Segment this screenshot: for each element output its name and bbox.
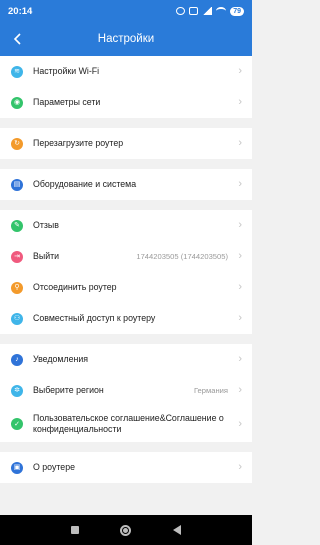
settings-group-general: ♪ Уведомления › ✲ Выберите регион Герман…: [0, 344, 252, 442]
chevron-right-icon: ›: [238, 312, 242, 324]
settings-group-device: ▤ Оборудование и система ›: [0, 169, 252, 200]
settings-list: ≋ Настройки Wi-Fi › ◉ Параметры сети › ↻…: [0, 56, 252, 493]
chevron-right-icon: ›: [238, 178, 242, 190]
system-nav-bar: [0, 515, 252, 545]
status-icons: 79: [176, 6, 244, 16]
chevron-right-icon: ›: [238, 219, 242, 231]
settings-item-label: Выберите регион: [33, 385, 104, 395]
chevron-right-icon: ›: [238, 250, 242, 262]
settings-item-wifi[interactable]: ≋ Настройки Wi-Fi ›: [0, 56, 252, 87]
chevron-right-icon: ›: [238, 96, 242, 108]
settings-item-unlink[interactable]: ⚲ Отсоединить роутер ›: [0, 272, 252, 303]
top-bar: Настройки: [0, 22, 252, 56]
alarm-icon: [176, 7, 186, 15]
region-value: Германия: [193, 386, 228, 395]
settings-item-logout[interactable]: ⇥ Выйти 1744203505 (1744203505) ›: [0, 241, 252, 272]
agreement-icon: ✓: [11, 418, 23, 430]
battery-icon: 79: [230, 6, 244, 16]
settings-item-about[interactable]: ▣ О роутере ›: [0, 452, 252, 483]
chevron-right-icon: ›: [238, 353, 242, 365]
settings-group-account: ✎ Отзыв › ⇥ Выйти 1744203505 (1744203505…: [0, 210, 252, 334]
wifi-icon: ≋: [11, 65, 23, 78]
back-button[interactable]: [8, 29, 28, 49]
settings-item-feedback[interactable]: ✎ Отзыв ›: [0, 210, 252, 241]
settings-group-restart: ↻ Перезагрузите роутер ›: [0, 128, 252, 159]
restart-icon: ↻: [11, 137, 23, 150]
settings-item-label: Параметры сети: [33, 97, 101, 107]
chevron-right-icon: ›: [238, 65, 242, 77]
feedback-icon: ✎: [11, 219, 23, 232]
settings-item-agreement[interactable]: ✓ Пользовательское соглашение&Соглашение…: [0, 406, 252, 442]
chevron-right-icon: ›: [238, 384, 242, 396]
settings-item-label: Отзыв: [33, 220, 59, 230]
settings-item-label: Отсоединить роутер: [33, 282, 117, 292]
settings-item-label: Выйти: [33, 251, 60, 261]
network-icon: ◉: [11, 96, 23, 109]
nfc-icon: [189, 7, 199, 15]
logout-icon: ⇥: [11, 250, 23, 263]
settings-group-network: ≋ Настройки Wi-Fi › ◉ Параметры сети ›: [0, 56, 252, 118]
settings-item-label: Пользовательское соглашение&Соглашение о…: [33, 413, 224, 434]
device-icon: ▤: [11, 178, 23, 191]
chevron-right-icon: ›: [238, 417, 242, 430]
settings-item-device[interactable]: ▤ Оборудование и система ›: [0, 169, 252, 200]
status-bar: 20:14 79: [0, 0, 252, 22]
bell-icon: ♪: [11, 353, 23, 366]
chevron-right-icon: ›: [238, 461, 242, 473]
settings-item-restart[interactable]: ↻ Перезагрузите роутер ›: [0, 128, 252, 159]
unlink-icon: ⚲: [11, 281, 23, 294]
recents-button[interactable]: [70, 526, 79, 534]
chevron-left-icon: [13, 33, 21, 45]
settings-item-share[interactable]: ⚇ Совместный доступ к роутеру ›: [0, 303, 252, 334]
info-icon: ▣: [11, 461, 23, 474]
chevron-right-icon: ›: [238, 281, 242, 293]
settings-group-about: ▣ О роутере ›: [0, 452, 252, 483]
settings-item-notifications[interactable]: ♪ Уведомления ›: [0, 344, 252, 375]
system-back-button[interactable]: [173, 525, 182, 535]
settings-item-label: Перезагрузите роутер: [33, 138, 124, 148]
settings-item-label: Настройки Wi-Fi: [33, 66, 100, 76]
settings-item-region[interactable]: ✲ Выберите регион Германия ›: [0, 375, 252, 406]
region-icon: ✲: [11, 384, 23, 397]
chevron-right-icon: ›: [238, 137, 242, 149]
status-time: 20:14: [8, 5, 33, 17]
settings-item-network[interactable]: ◉ Параметры сети ›: [0, 87, 252, 118]
wifi-status-icon: [216, 7, 227, 15]
signal-icon: [202, 7, 213, 15]
share-icon: ⚇: [11, 312, 23, 325]
home-button[interactable]: [120, 524, 132, 536]
settings-item-label: Совместный доступ к роутеру: [33, 313, 156, 323]
account-id-value: 1744203505 (1744203505): [136, 252, 228, 261]
settings-item-label: О роутере: [33, 462, 75, 472]
page-title: Настройки: [97, 33, 155, 45]
settings-item-label: Оборудование и система: [33, 179, 137, 189]
settings-item-label: Уведомления: [33, 354, 89, 364]
